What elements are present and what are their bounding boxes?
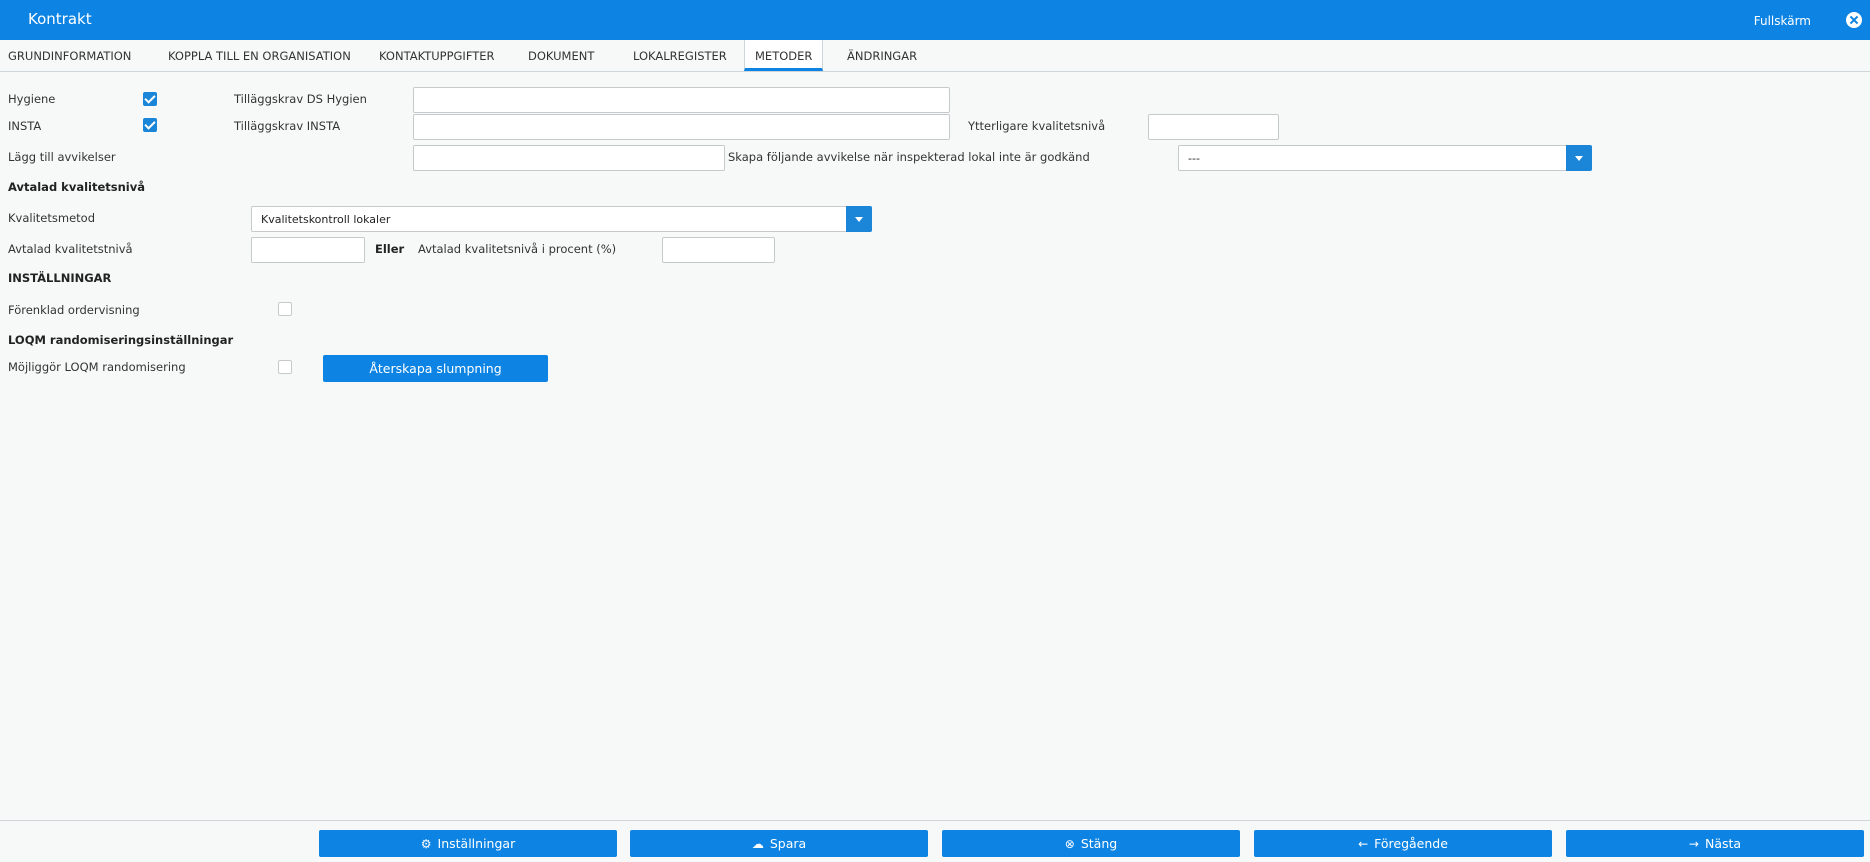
nasta-button[interactable]: → Nästa xyxy=(1566,830,1864,857)
avtalad-procent-label: Avtalad kvalitetsnivå i procent (%) xyxy=(418,242,617,256)
forenklad-ordervisning-checkbox[interactable] xyxy=(278,302,292,316)
eller-label: Eller xyxy=(375,242,405,256)
arrow-right-icon: → xyxy=(1688,837,1699,851)
tillaggskrav-insta-label: Tilläggskrav INSTA xyxy=(234,119,341,133)
window-title: Kontrakt xyxy=(28,10,92,28)
avtalad-kvalitetsniva-heading: Avtalad kvalitetsnivå xyxy=(8,180,145,194)
skapa-avvikelse-value: --- xyxy=(1188,152,1200,165)
installningar-button[interactable]: ⚙ Inställningar xyxy=(319,830,617,857)
fullscreen-button[interactable]: Fullskärm xyxy=(1754,14,1811,28)
loqm-heading: LOQM randomiseringsinställningar xyxy=(8,333,234,347)
kvalitetsmetod-value: Kvalitetskontroll lokaler xyxy=(261,213,391,226)
title-bar: Kontrakt Fullskärm xyxy=(0,0,1870,40)
nasta-button-label: Nästa xyxy=(1704,836,1742,851)
insta-label: INSTA xyxy=(8,119,42,133)
tillaggskrav-insta-input[interactable] xyxy=(413,114,950,140)
aterskapa-slumpning-button[interactable]: Återskapa slumpning xyxy=(323,355,548,382)
tillaggskrav-ds-input[interactable] xyxy=(413,87,950,113)
cloud-upload-icon: ☁ xyxy=(751,837,764,851)
mojliggor-loqm-checkbox[interactable] xyxy=(278,360,292,374)
spara-button[interactable]: ☁ Spara xyxy=(630,830,928,857)
foregaende-button-label: Föregående xyxy=(1374,836,1448,851)
avtalad-niva-input[interactable] xyxy=(251,237,365,263)
ytterligare-input[interactable] xyxy=(1148,114,1279,140)
hygiene-label: Hygiene xyxy=(8,92,56,106)
close-circle-icon[interactable] xyxy=(1846,12,1862,28)
close-circle-icon: ⊗ xyxy=(1064,837,1075,851)
mojliggor-loqm-label: Möjliggör LOQM randomisering xyxy=(8,360,186,374)
tab-bar: GRUNDINFORMATION KOPPLA TILL EN ORGANISA… xyxy=(0,40,1870,72)
tab-lokalregister[interactable]: LOKALREGISTER xyxy=(633,40,727,71)
foregaende-button[interactable]: ← Föregående xyxy=(1254,830,1552,857)
installningar-heading: INSTÄLLNINGAR xyxy=(8,271,112,285)
chevron-down-icon[interactable] xyxy=(846,206,872,232)
tab-dokument[interactable]: DOKUMENT xyxy=(528,40,594,71)
avtalad-procent-input[interactable] xyxy=(662,237,775,263)
tab-metoder[interactable]: METODER xyxy=(744,40,824,71)
tab-koppla-till-organisation[interactable]: KOPPLA TILL EN ORGANISATION xyxy=(168,40,351,71)
kvalitetsmetod-select[interactable]: Kvalitetskontroll lokaler xyxy=(251,206,872,232)
tillaggskrav-ds-label: Tilläggskrav DS Hygien xyxy=(234,92,367,106)
arrow-left-icon: ← xyxy=(1358,837,1369,851)
lagg-till-avvikelser-label: Lägg till avvikelser xyxy=(8,150,116,164)
stang-button[interactable]: ⊗ Stäng xyxy=(942,830,1240,857)
installningar-button-label: Inställningar xyxy=(437,836,516,851)
spara-button-label: Spara xyxy=(769,836,807,851)
skapa-avvikelse-label: Skapa följande avvikelse när inspekterad… xyxy=(728,150,1090,164)
kvalitetsmetod-label: Kvalitetsmetod xyxy=(8,211,95,225)
skapa-avvikelse-select[interactable]: --- xyxy=(1178,145,1592,171)
tab-kontaktuppgifter[interactable]: KONTAKTUPPGIFTER xyxy=(379,40,495,71)
tab-andringar[interactable]: ÄNDRINGAR xyxy=(847,40,917,71)
chevron-down-icon[interactable] xyxy=(1566,145,1592,171)
tab-grundinformation[interactable]: GRUNDINFORMATION xyxy=(8,40,131,71)
stang-button-label: Stäng xyxy=(1080,836,1118,851)
insta-checkbox[interactable] xyxy=(143,118,157,132)
footer-bar: ⚙ Inställningar ☁ Spara ⊗ Stäng ← Föregående… xyxy=(0,820,1870,862)
avtalad-niva-label: Avtalad kvalitetstnivå xyxy=(8,242,133,256)
lagg-till-avvikelser-input[interactable] xyxy=(413,145,725,171)
ytterligare-label: Ytterligare kvalitetsnivå xyxy=(968,119,1106,133)
forenklad-ordervisning-label: Förenklad ordervisning xyxy=(8,303,140,317)
hygiene-checkbox[interactable] xyxy=(143,92,157,106)
gear-icon: ⚙ xyxy=(420,837,432,851)
